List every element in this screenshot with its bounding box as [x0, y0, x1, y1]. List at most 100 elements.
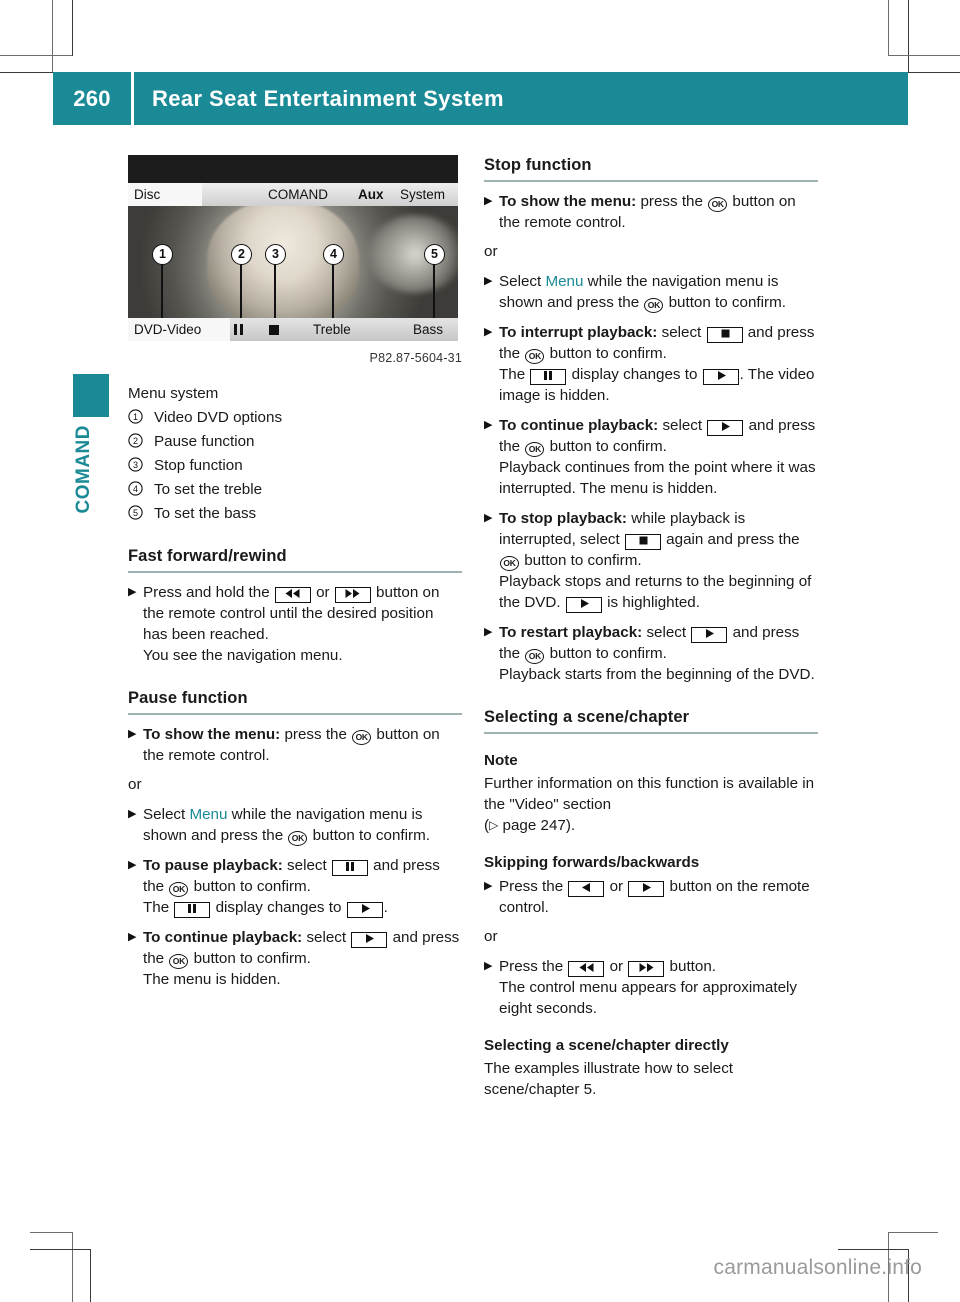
screen-bass-label[interactable]: Bass — [413, 318, 443, 341]
or-separator: or — [484, 243, 498, 260]
step-text: button to confirm. — [664, 294, 786, 311]
section-tab-marker — [73, 374, 109, 417]
screen-source-label[interactable]: DVD-Video — [128, 318, 230, 341]
crop-mark-bottom-right-a — [888, 1232, 938, 1233]
heading-selecting-scene-chapter: Selecting a scene/chapter — [484, 707, 818, 734]
step-item: ▶ Press and hold the or button on the re… — [128, 582, 462, 666]
step-text: press the — [280, 726, 352, 743]
play-key-icon — [346, 902, 383, 918]
step-arrow-icon: ▶ — [484, 626, 493, 638]
crop-mark-left-outer — [52, 0, 53, 72]
step-text: or — [605, 958, 628, 975]
step-arrow-icon: ▶ — [484, 880, 493, 892]
step-body: Press the or button on the remote contro… — [499, 876, 818, 918]
menu-link[interactable]: Menu — [189, 806, 227, 823]
svg-text:3: 3 — [133, 460, 138, 470]
screen-menu-item-comand[interactable]: COMAND — [268, 184, 328, 205]
step-text: select — [658, 417, 707, 434]
legend-text: Video DVD options — [154, 409, 283, 426]
step-text: again and press the — [661, 531, 800, 548]
step-text: The — [143, 899, 174, 916]
step-arrow-icon: ▶ — [128, 859, 137, 871]
page-reference[interactable]: page 247). — [503, 817, 576, 834]
step-arrow-icon: ▶ — [128, 586, 137, 598]
screen-menu-item-disc[interactable]: Disc — [128, 183, 202, 206]
step-body: To pause playback: select and press the … — [143, 855, 462, 918]
step-text: display changes to — [211, 899, 346, 916]
step-text: select — [282, 857, 331, 874]
step-body: Press the or button. The control menu app… — [499, 956, 818, 1019]
step-body: To stop playback: while playback is inte… — [499, 508, 818, 613]
step-text: Press and hold the — [143, 584, 274, 601]
crop-mark-right-inner — [908, 0, 909, 72]
crop-mark-right-outer — [888, 0, 889, 55]
screen-mockup: Disc COMAND Aux System 1 2 3 4 5 DVD-Vid… — [128, 155, 458, 341]
pause-key-icon — [530, 369, 567, 385]
legend-marker-3: 3 — [128, 455, 154, 476]
screen-pause-icon[interactable] — [234, 318, 243, 341]
rewind-key-icon — [274, 587, 311, 603]
legend-item: 3 Stop function — [128, 455, 462, 476]
callout-leader-5 — [433, 262, 435, 318]
screen-menu-item-system[interactable]: System — [400, 184, 445, 205]
screen-status-strip — [128, 155, 458, 183]
pause-key-icon — [331, 860, 368, 876]
legend-marker-4: 4 — [128, 479, 154, 500]
crop-mark-bottom-left-b — [30, 1249, 91, 1250]
right-key-icon — [628, 881, 665, 897]
svg-text:1: 1 — [133, 412, 138, 422]
step-arrow-icon: ▶ — [484, 512, 493, 524]
step-item: ▶ To show the menu: press the OK button … — [128, 724, 462, 766]
legend-marker-2: 2 — [128, 431, 154, 452]
step-body: Select Menu while the navigation menu is… — [499, 271, 818, 313]
step-label: To show the menu: — [499, 193, 637, 210]
step-item: ▶ To continue playback: select and press… — [484, 415, 818, 499]
step-body: To show the menu: press the OK button on… — [499, 191, 818, 233]
step-text: Press the — [499, 958, 568, 975]
legend-text: Stop function — [154, 457, 243, 474]
heading-note: Note — [484, 752, 518, 769]
step-text-extra: You see the navigation menu. — [143, 647, 343, 664]
callout-leader-1 — [161, 262, 163, 318]
selecting-directly-body: The examples illustrate how to select sc… — [484, 1060, 734, 1098]
ok-button-icon: OK — [708, 197, 728, 212]
step-item: ▶ To show the menu: press the OK button … — [484, 191, 818, 233]
rewind-key-icon — [568, 961, 605, 977]
step-text: button to confirm. — [189, 950, 311, 967]
callout-3: 3 — [265, 244, 286, 265]
callout-4: 4 — [323, 244, 344, 265]
step-body: To show the menu: press the OK button on… — [143, 724, 462, 766]
step-label: To restart playback: — [499, 624, 643, 641]
step-arrow-icon: ▶ — [128, 728, 137, 740]
screen-treble-label[interactable]: Treble — [313, 318, 351, 341]
menu-link[interactable]: Menu — [545, 273, 583, 290]
step-text-extra: Playback starts from the beginning of th… — [499, 666, 815, 683]
step-text: Select — [499, 273, 546, 290]
step-text: select — [657, 324, 706, 341]
screen-stop-icon[interactable] — [269, 318, 279, 341]
callout-1: 1 — [152, 244, 173, 265]
ok-button-icon: OK — [169, 882, 189, 897]
right-column: Stop function ▶ To show the menu: press … — [484, 155, 818, 1100]
legend-text: To set the bass — [154, 505, 257, 522]
screen-menu-item-aux[interactable]: Aux — [358, 184, 384, 205]
step-arrow-icon: ▶ — [484, 195, 493, 207]
page-ref-arrow-icon: ▷ — [489, 818, 499, 832]
step-body: Select Menu while the navigation menu is… — [143, 804, 462, 846]
ok-button-icon: OK — [352, 730, 372, 745]
step-text-extra: The control menu appears for approximate… — [499, 979, 797, 1017]
step-text: or — [605, 878, 628, 895]
legend-item: 5 To set the bass — [128, 503, 462, 524]
callout-leader-3 — [274, 262, 276, 318]
step-item: ▶ To restart playback: select and press … — [484, 622, 818, 685]
ok-button-icon: OK — [525, 649, 545, 664]
step-arrow-icon: ▶ — [484, 326, 493, 338]
step-arrow-icon: ▶ — [484, 275, 493, 287]
step-text: button to confirm. — [545, 345, 667, 362]
crop-mark-top-right-b — [908, 72, 960, 73]
page-number: 260 — [73, 85, 111, 111]
left-column: Disc COMAND Aux System 1 2 3 4 5 DVD-Vid… — [128, 155, 462, 990]
stop-key-icon — [706, 327, 743, 343]
step-item: ▶ To stop playback: while playback is in… — [484, 508, 818, 613]
step-item: ▶ To interrupt playback: select and pres… — [484, 322, 818, 406]
